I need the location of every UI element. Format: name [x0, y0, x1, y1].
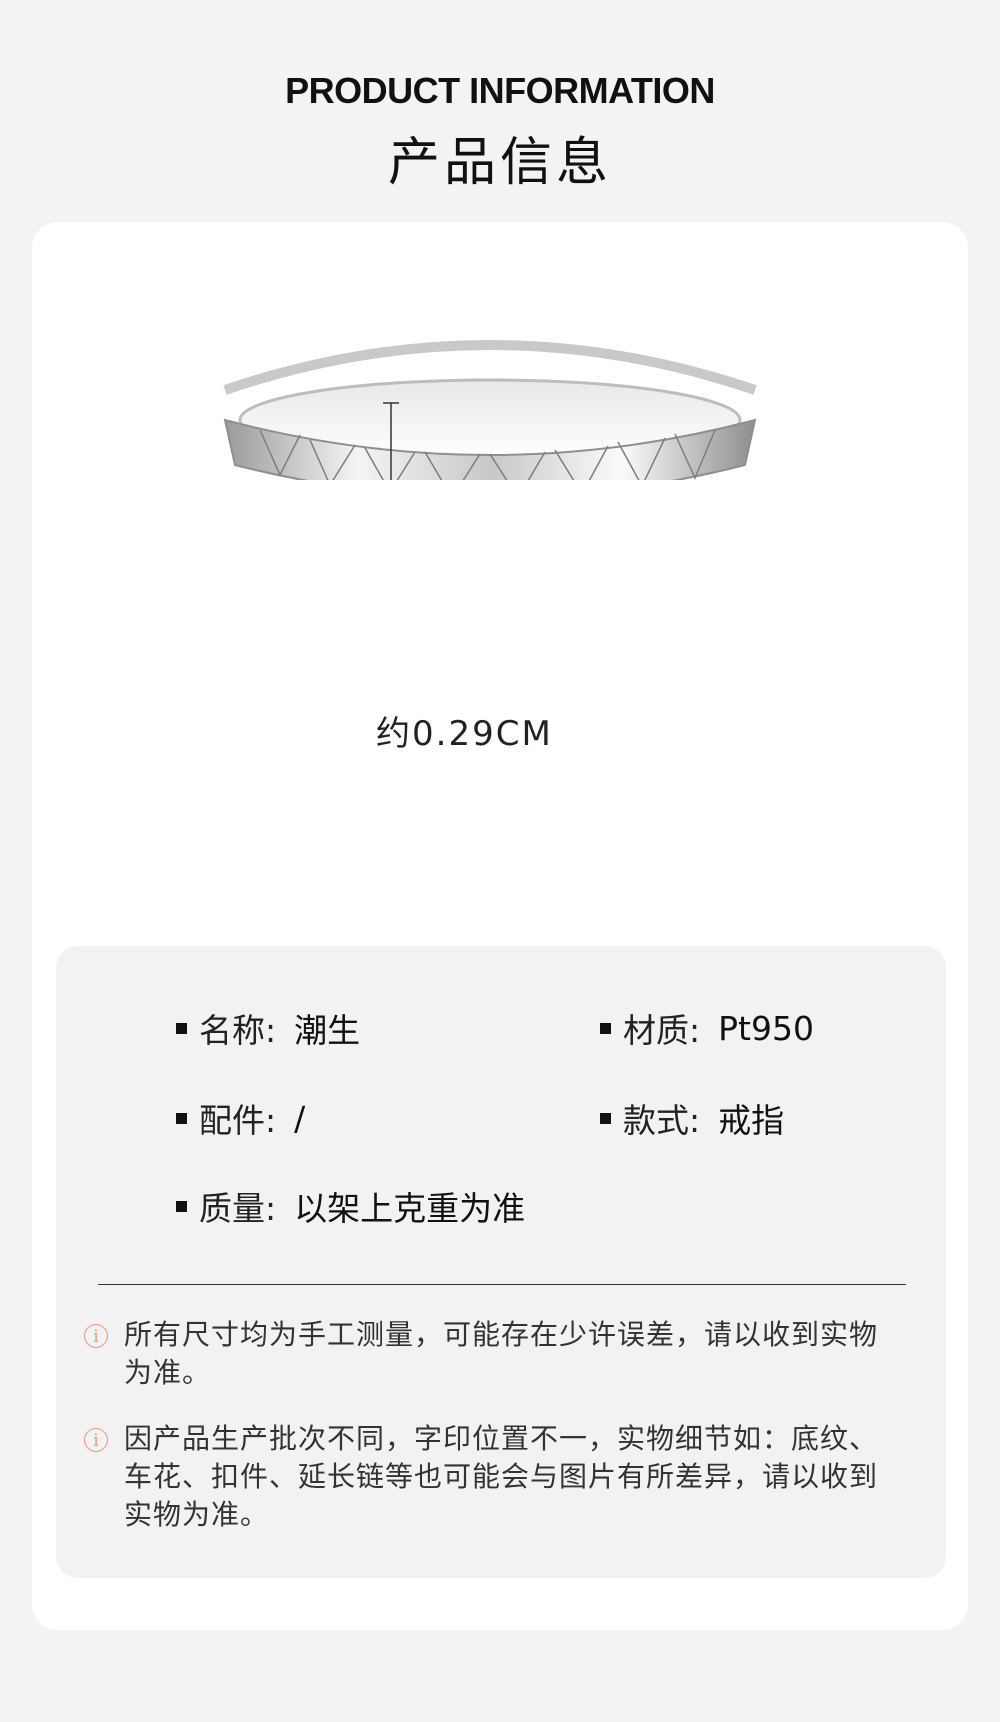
note-text: 所有尺寸均为手工测量，可能存在少许误差，请以收到实物为准。	[124, 1318, 879, 1389]
spec-style: 款式: 戒指	[600, 1094, 784, 1142]
spec-material-value: Pt950	[718, 1008, 814, 1048]
spec-style-value: 戒指	[718, 1101, 785, 1140]
note-batch-difference: i 因产品生产批次不同，字印位置不一，实物细节如：底纹、车花、扣件、延长链等也可…	[84, 1420, 904, 1534]
spec-name-value: 潮生	[294, 1011, 361, 1050]
info-circle-icon: i	[84, 1428, 108, 1452]
spec-weight: 质量: 以架上克重为准	[176, 1182, 525, 1230]
spec-accessory: 配件: /	[176, 1094, 305, 1142]
square-bullet-icon	[600, 1022, 611, 1034]
page-title-en: PRODUCT INFORMATION	[285, 70, 715, 111]
note-text: 因产品生产批次不同，字印位置不一，实物细节如：底纹、车花、扣件、延长链等也可能会…	[124, 1422, 879, 1531]
divider	[98, 1284, 906, 1285]
info-circle-icon: i	[84, 1324, 108, 1348]
spec-material-label: 材质:	[623, 1011, 701, 1050]
spec-name-label: 名称:	[199, 1011, 277, 1050]
spec-name: 名称: 潮生	[176, 1004, 360, 1052]
page-title-cn: 产品信息	[387, 133, 612, 193]
square-bullet-icon	[176, 1200, 187, 1212]
spec-style-label: 款式:	[623, 1101, 701, 1140]
note-measurement: i 所有尺寸均为手工测量，可能存在少许误差，请以收到实物为准。	[84, 1316, 904, 1392]
square-bullet-icon	[176, 1022, 187, 1034]
ring-product-image	[223, 340, 757, 480]
dimension-label: 约0.29CM	[376, 714, 553, 754]
spec-accessory-label: 配件:	[199, 1101, 277, 1140]
spec-weight-label: 质量:	[199, 1189, 277, 1228]
spec-weight-value: 以架上克重为准	[294, 1189, 526, 1228]
square-bullet-icon	[600, 1112, 611, 1124]
square-bullet-icon	[176, 1112, 187, 1124]
spec-accessory-value: /	[294, 1098, 306, 1138]
spec-material: 材质: Pt950	[600, 1004, 814, 1052]
